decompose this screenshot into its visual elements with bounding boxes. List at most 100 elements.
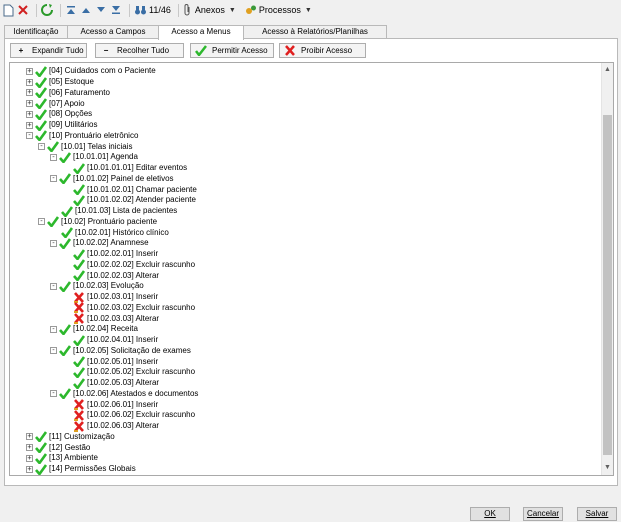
access-granted-icon[interactable] <box>35 98 47 110</box>
access-granted-icon[interactable] <box>73 334 85 346</box>
tree-item[interactable]: - [10.02.04] Receita <box>50 324 138 335</box>
tree-item[interactable]: [10.02.02.01] Inserir <box>62 248 158 260</box>
access-granted-icon[interactable] <box>35 130 47 142</box>
tree-item[interactable]: [10.01.02.01] Chamar paciente <box>62 184 197 196</box>
tree-item[interactable]: - [10.02.03] Evolução <box>50 281 144 292</box>
tree-item[interactable]: [10.02.05.01] Inserir <box>62 356 158 368</box>
tree-item[interactable]: - [10.01] Telas iniciais <box>38 141 132 153</box>
access-denied-icon[interactable] <box>73 399 85 411</box>
expand-icon[interactable]: + <box>26 444 33 452</box>
access-denied-icon[interactable] <box>73 313 85 325</box>
access-granted-icon[interactable] <box>35 463 47 475</box>
access-granted-icon[interactable] <box>73 162 85 174</box>
access-granted-icon[interactable] <box>73 259 85 271</box>
access-granted-icon[interactable] <box>59 388 71 400</box>
previous-record-icon[interactable] <box>80 2 92 18</box>
cancel-button[interactable]: Cancelar <box>523 507 563 521</box>
access-granted-icon[interactable] <box>47 141 59 153</box>
tree-item[interactable]: + [04] Cuidados com o Paciente <box>26 66 156 77</box>
expand-icon[interactable]: + <box>26 100 33 108</box>
access-granted-icon[interactable] <box>61 205 73 217</box>
tree-item[interactable]: [10.02.06.02] Excluir rascunho <box>62 410 195 421</box>
scroll-down-icon[interactable]: ▼ <box>602 462 613 474</box>
menu-permissions-tree[interactable]: ▲ ▼ + [04] Cuidados com o Paciente + [05] E… <box>9 62 614 476</box>
tree-item[interactable]: + [06] Faturamento <box>26 87 110 99</box>
access-granted-icon[interactable] <box>73 377 85 389</box>
tree-item[interactable]: [10.01.03] Lista de pacientes <box>50 205 177 217</box>
access-granted-icon[interactable] <box>35 119 47 131</box>
attachments-menu[interactable]: Anexos ▼ <box>183 2 236 18</box>
expand-icon[interactable]: + <box>26 121 33 129</box>
tree-item[interactable]: + [12] Gestão <box>26 442 90 454</box>
find-record-button[interactable]: 11/46 <box>134 2 171 18</box>
access-granted-icon[interactable] <box>35 453 47 464</box>
delete-icon[interactable] <box>17 2 29 18</box>
access-granted-icon[interactable] <box>73 248 85 260</box>
collapse-icon[interactable]: - <box>50 390 57 398</box>
permit-access-button[interactable]: Permitir Acesso <box>190 43 274 58</box>
expand-icon[interactable]: + <box>26 89 33 97</box>
expand-all-button[interactable]: + Expandir Tudo <box>10 43 87 58</box>
tree-item[interactable]: [10.02.03.01] Inserir <box>62 291 158 303</box>
expand-icon[interactable]: + <box>26 78 33 86</box>
access-denied-icon[interactable] <box>73 420 85 432</box>
save-button[interactable]: Salvar <box>577 507 617 521</box>
tree-item[interactable]: [10.01.02.02] Atender paciente <box>62 195 196 206</box>
collapse-icon[interactable]: - <box>50 347 57 355</box>
tab-acesso-campos[interactable]: Acesso a Campos <box>67 25 159 39</box>
access-denied-icon[interactable] <box>73 302 85 314</box>
access-granted-icon[interactable] <box>73 367 85 378</box>
tree-item[interactable]: - [10.02.06] Atestados e documentos <box>50 388 198 400</box>
collapse-icon[interactable]: - <box>50 325 57 333</box>
tree-item[interactable]: [10.02.05.02] Excluir rascunho <box>62 367 195 378</box>
scrollbar-thumb[interactable] <box>603 115 612 455</box>
tree-item[interactable]: - [10] Prontuário eletrônico <box>26 130 138 142</box>
access-granted-icon[interactable] <box>59 173 71 185</box>
tree-item[interactable]: - [10.02.02] Anamnese <box>50 238 149 249</box>
collapse-icon[interactable]: - <box>50 153 57 161</box>
collapse-icon[interactable]: - <box>50 282 57 290</box>
access-granted-icon[interactable] <box>73 195 85 206</box>
expand-icon[interactable]: + <box>26 465 33 473</box>
next-record-icon[interactable] <box>95 2 107 18</box>
expand-icon[interactable]: + <box>26 454 33 462</box>
tree-item[interactable]: + [08] Opções <box>26 109 92 120</box>
access-granted-icon[interactable] <box>73 270 85 282</box>
processes-menu[interactable]: Processos ▼ <box>245 2 312 18</box>
first-record-icon[interactable] <box>65 2 77 18</box>
tab-acesso-relatorios[interactable]: Acesso à Relatórios/Planilhas <box>243 25 387 39</box>
access-granted-icon[interactable] <box>59 238 71 249</box>
tree-item[interactable]: [10.02.03.02] Excluir rascunho <box>62 302 195 314</box>
tree-item[interactable]: + [14] Permissões Globais <box>26 463 136 475</box>
access-granted-icon[interactable] <box>73 184 85 196</box>
tree-item[interactable]: [10.02.06.03] Alterar <box>62 420 159 432</box>
tree-item[interactable]: + [13] Ambiente <box>26 453 98 464</box>
access-granted-icon[interactable] <box>47 216 59 228</box>
expand-icon[interactable]: + <box>26 433 33 441</box>
collapse-icon[interactable]: - <box>26 132 33 140</box>
tree-item[interactable]: [10.02.04.01] Inserir <box>62 334 158 346</box>
tree-item[interactable]: [10.01.01.01] Editar eventos <box>62 162 187 174</box>
tree-item[interactable]: - [10.01.02] Painel de eletivos <box>50 173 174 185</box>
new-record-icon[interactable] <box>2 2 14 18</box>
tab-acesso-menus[interactable]: Acesso a Menus <box>158 25 244 40</box>
access-granted-icon[interactable] <box>35 442 47 454</box>
collapse-icon[interactable]: - <box>38 143 45 151</box>
access-granted-icon[interactable] <box>35 76 47 88</box>
access-denied-icon[interactable] <box>73 291 85 303</box>
tree-item[interactable]: - [10.02.05] Solicitação de exames <box>50 345 191 357</box>
scroll-up-icon[interactable]: ▲ <box>602 64 613 76</box>
expand-icon[interactable]: + <box>26 67 33 75</box>
tree-item[interactable]: + [11] Customização <box>26 431 115 443</box>
collapse-icon[interactable]: - <box>38 218 45 226</box>
refresh-icon[interactable] <box>41 2 53 18</box>
tree-item[interactable]: - [10.01.01] Agenda <box>50 152 138 163</box>
tree-item[interactable]: + [05] Estoque <box>26 76 94 88</box>
access-granted-icon[interactable] <box>61 227 73 239</box>
access-granted-icon[interactable] <box>35 87 47 99</box>
ok-button[interactable]: OK <box>470 507 510 521</box>
tree-item[interactable]: [10.02.02.02] Excluir rascunho <box>62 259 195 271</box>
access-granted-icon[interactable] <box>59 281 71 292</box>
vertical-scrollbar[interactable]: ▲ ▼ <box>601 63 613 475</box>
expand-icon[interactable]: + <box>26 110 33 118</box>
